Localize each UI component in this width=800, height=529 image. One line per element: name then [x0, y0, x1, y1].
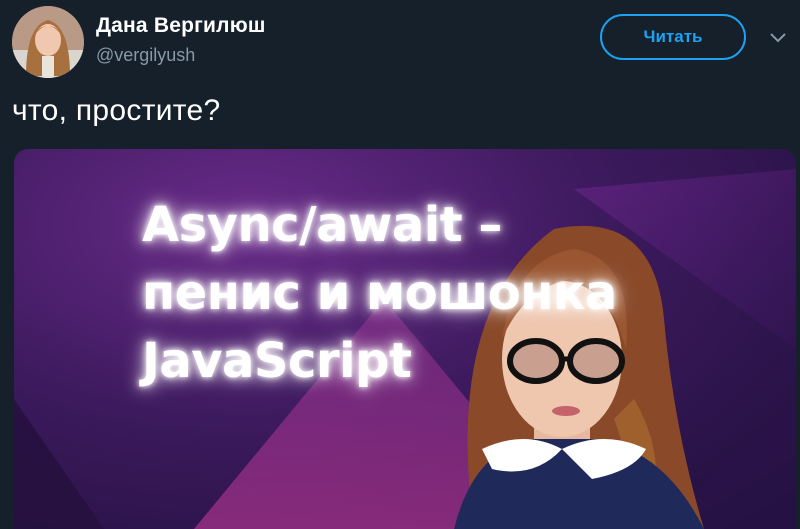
- tweet-text: что, простите?: [12, 94, 221, 127]
- media-card[interactable]: Async/await – пенис и мошонка JavaScript: [14, 149, 796, 529]
- author-handle[interactable]: @vergilyush: [96, 45, 195, 66]
- headline-line-1: Async/await –: [142, 197, 502, 253]
- avatar[interactable]: [12, 6, 84, 78]
- tweet: Дана Вергилюш @vergilyush Читать что, пр…: [0, 0, 800, 529]
- avatar-image: [12, 6, 84, 78]
- author-name[interactable]: Дана Вергилюш: [96, 14, 266, 38]
- headline-line-2: пенис и мошонка: [142, 265, 617, 321]
- headline-line-3: JavaScript: [142, 333, 412, 389]
- follow-button[interactable]: Читать: [600, 14, 746, 60]
- chevron-down-icon[interactable]: [768, 28, 788, 48]
